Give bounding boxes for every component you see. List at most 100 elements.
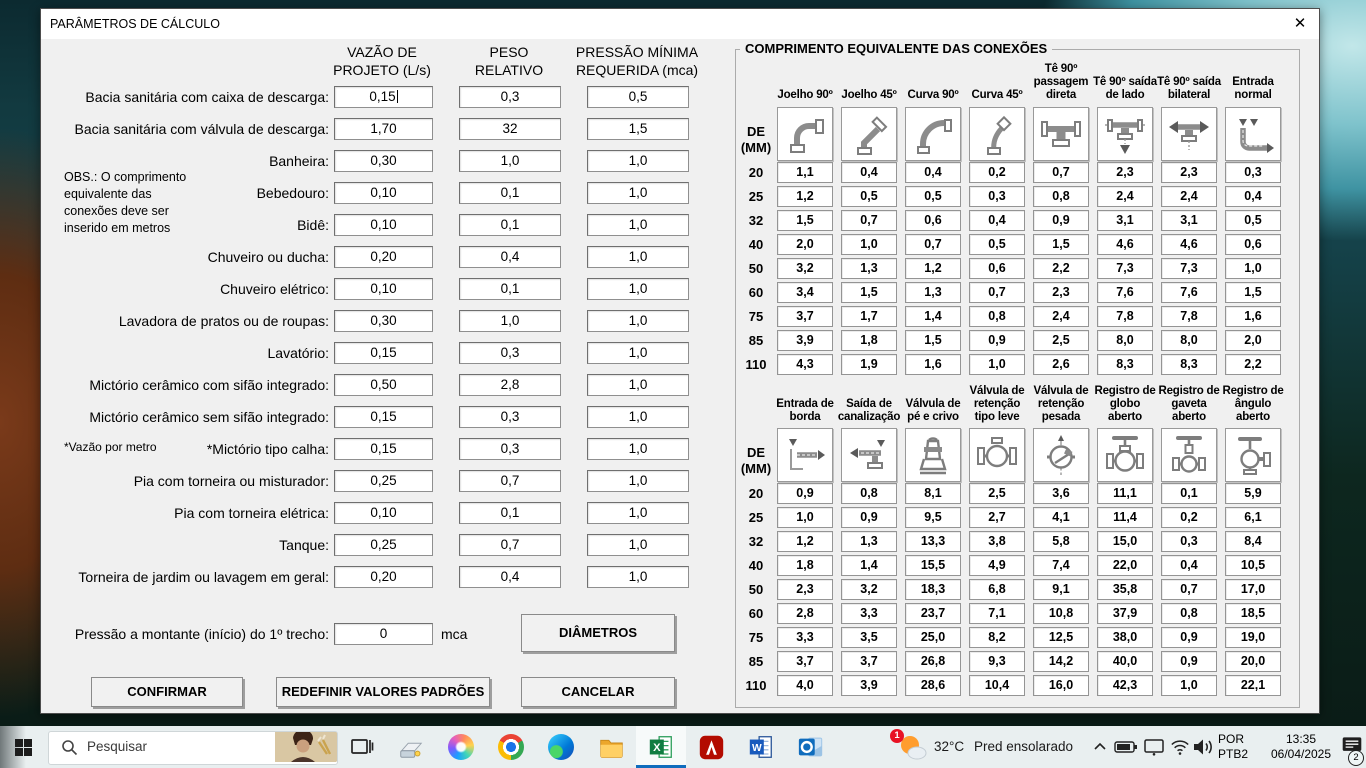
equiv-length-input[interactable]: 2,6 (1033, 354, 1089, 375)
redefinir-valores-button[interactable]: REDEFINIR VALORES PADRÕES (276, 677, 490, 707)
equiv-length-input[interactable]: 0,8 (1161, 603, 1217, 624)
outlook-app-button[interactable] (786, 726, 836, 768)
equiv-length-input[interactable]: 2,4 (1033, 306, 1089, 327)
equiv-length-input[interactable]: 1,2 (905, 258, 961, 279)
word-app-button[interactable]: W (736, 726, 786, 768)
equiv-length-input[interactable]: 22,0 (1097, 555, 1153, 576)
equiv-length-input[interactable]: 4,1 (1033, 507, 1089, 528)
peso-input[interactable]: 0,7 (459, 470, 561, 492)
equiv-length-input[interactable]: 38,0 (1097, 627, 1153, 648)
close-icon[interactable]: ✕ (1285, 9, 1315, 39)
diametros-button[interactable]: DIÂMETROS (521, 614, 675, 652)
equiv-length-input[interactable]: 1,0 (1225, 258, 1281, 279)
equiv-length-input[interactable]: 2,3 (1033, 282, 1089, 303)
equiv-length-input[interactable]: 1,1 (777, 162, 833, 183)
equiv-length-input[interactable]: 9,1 (1033, 579, 1089, 600)
equiv-length-input[interactable]: 5,8 (1033, 531, 1089, 552)
equiv-length-input[interactable]: 11,4 (1097, 507, 1153, 528)
edge-app-button[interactable] (536, 726, 586, 768)
equiv-length-input[interactable]: 5,9 (1225, 483, 1281, 504)
peso-input[interactable]: 2,8 (459, 374, 561, 396)
tray-volume-button[interactable] (1192, 736, 1216, 758)
equiv-length-input[interactable]: 7,6 (1097, 282, 1153, 303)
vazao-input[interactable]: 0,15 (334, 86, 433, 108)
equiv-length-input[interactable]: 1,0 (1161, 675, 1217, 696)
vazao-input[interactable]: 0,30 (334, 310, 433, 332)
equiv-length-input[interactable]: 1,5 (841, 282, 897, 303)
peso-input[interactable]: 0,3 (459, 342, 561, 364)
equiv-length-input[interactable]: 10,4 (969, 675, 1025, 696)
vazao-input[interactable]: 0,30 (334, 150, 433, 172)
equiv-length-input[interactable]: 10,8 (1033, 603, 1089, 624)
tray-battery-button[interactable] (1114, 736, 1138, 758)
equiv-length-input[interactable]: 20,0 (1225, 651, 1281, 672)
equiv-length-input[interactable]: 0,8 (1033, 186, 1089, 207)
peso-input[interactable]: 0,1 (459, 278, 561, 300)
equiv-length-input[interactable]: 2,8 (777, 603, 833, 624)
equiv-length-input[interactable]: 0,5 (905, 186, 961, 207)
equiv-length-input[interactable]: 8,1 (905, 483, 961, 504)
equiv-length-input[interactable]: 0,6 (1225, 234, 1281, 255)
equiv-length-input[interactable]: 2,4 (1161, 186, 1217, 207)
equiv-length-input[interactable]: 0,9 (1161, 627, 1217, 648)
equiv-length-input[interactable]: 11,1 (1097, 483, 1153, 504)
equiv-length-input[interactable]: 12,5 (1033, 627, 1089, 648)
equiv-length-input[interactable]: 1,3 (841, 531, 897, 552)
pressao-input[interactable]: 1,0 (587, 182, 689, 204)
equiv-length-input[interactable]: 1,8 (777, 555, 833, 576)
pressao-input[interactable]: 1,0 (587, 406, 689, 428)
pressao-input[interactable]: 1,0 (587, 502, 689, 524)
equiv-length-input[interactable]: 1,0 (777, 507, 833, 528)
equiv-length-input[interactable]: 0,8 (841, 483, 897, 504)
vazao-input[interactable]: 0,25 (334, 534, 433, 556)
weather-temp[interactable]: 32°C (934, 726, 964, 768)
peso-input[interactable]: 0,4 (459, 246, 561, 268)
equiv-length-input[interactable]: 1,8 (841, 330, 897, 351)
equiv-length-input[interactable]: 0,7 (841, 210, 897, 231)
clock-indicator[interactable]: 13:35 06/04/2025 (1260, 732, 1342, 762)
equiv-length-input[interactable]: 0,1 (1161, 483, 1217, 504)
equiv-length-input[interactable]: 2,2 (1225, 354, 1281, 375)
peso-input[interactable]: 0,4 (459, 566, 561, 588)
equiv-length-input[interactable]: 0,4 (1225, 186, 1281, 207)
pressao-input[interactable]: 1,0 (587, 470, 689, 492)
equiv-length-input[interactable]: 7,3 (1161, 258, 1217, 279)
vazao-input[interactable]: 0,15 (334, 438, 433, 460)
vazao-input[interactable]: 0,20 (334, 246, 433, 268)
equiv-length-input[interactable]: 35,8 (1097, 579, 1153, 600)
equiv-length-input[interactable]: 1,0 (969, 354, 1025, 375)
equiv-length-input[interactable]: 0,2 (969, 162, 1025, 183)
equiv-length-input[interactable]: 4,6 (1097, 234, 1153, 255)
equiv-length-input[interactable]: 0,7 (905, 234, 961, 255)
equiv-length-input[interactable]: 1,6 (905, 354, 961, 375)
equiv-length-input[interactable]: 0,7 (969, 282, 1025, 303)
peso-input[interactable]: 1,0 (459, 310, 561, 332)
equiv-length-input[interactable]: 3,3 (777, 627, 833, 648)
vazao-input[interactable]: 0,20 (334, 566, 433, 588)
equiv-length-input[interactable]: 28,6 (905, 675, 961, 696)
equiv-length-input[interactable]: 0,4 (969, 210, 1025, 231)
equiv-length-input[interactable]: 19,0 (1225, 627, 1281, 648)
equiv-length-input[interactable]: 1,0 (841, 234, 897, 255)
peso-input[interactable]: 0,7 (459, 534, 561, 556)
equiv-length-input[interactable]: 0,2 (1161, 507, 1217, 528)
pressao-input[interactable]: 1,0 (587, 438, 689, 460)
equiv-length-input[interactable]: 42,3 (1097, 675, 1153, 696)
equiv-length-input[interactable]: 15,5 (905, 555, 961, 576)
task-view-button[interactable] (344, 732, 380, 762)
equiv-length-input[interactable]: 4,3 (777, 354, 833, 375)
equiv-length-input[interactable]: 14,2 (1033, 651, 1089, 672)
equiv-length-input[interactable]: 3,7 (841, 651, 897, 672)
pressao-input[interactable]: 1,0 (587, 310, 689, 332)
equiv-length-input[interactable]: 7,1 (969, 603, 1025, 624)
equiv-length-input[interactable]: 0,5 (1225, 210, 1281, 231)
equiv-length-input[interactable]: 1,2 (777, 186, 833, 207)
search-highlight-image[interactable] (275, 732, 337, 762)
equiv-length-input[interactable]: 22,1 (1225, 675, 1281, 696)
weather-desc[interactable]: Pred ensolarado (974, 726, 1073, 768)
vazao-input[interactable]: 0,10 (334, 182, 433, 204)
equiv-length-input[interactable]: 0,7 (1033, 162, 1089, 183)
equiv-length-input[interactable]: 9,3 (969, 651, 1025, 672)
peso-input[interactable]: 0,1 (459, 214, 561, 236)
vazao-input[interactable]: 0,50 (334, 374, 433, 396)
